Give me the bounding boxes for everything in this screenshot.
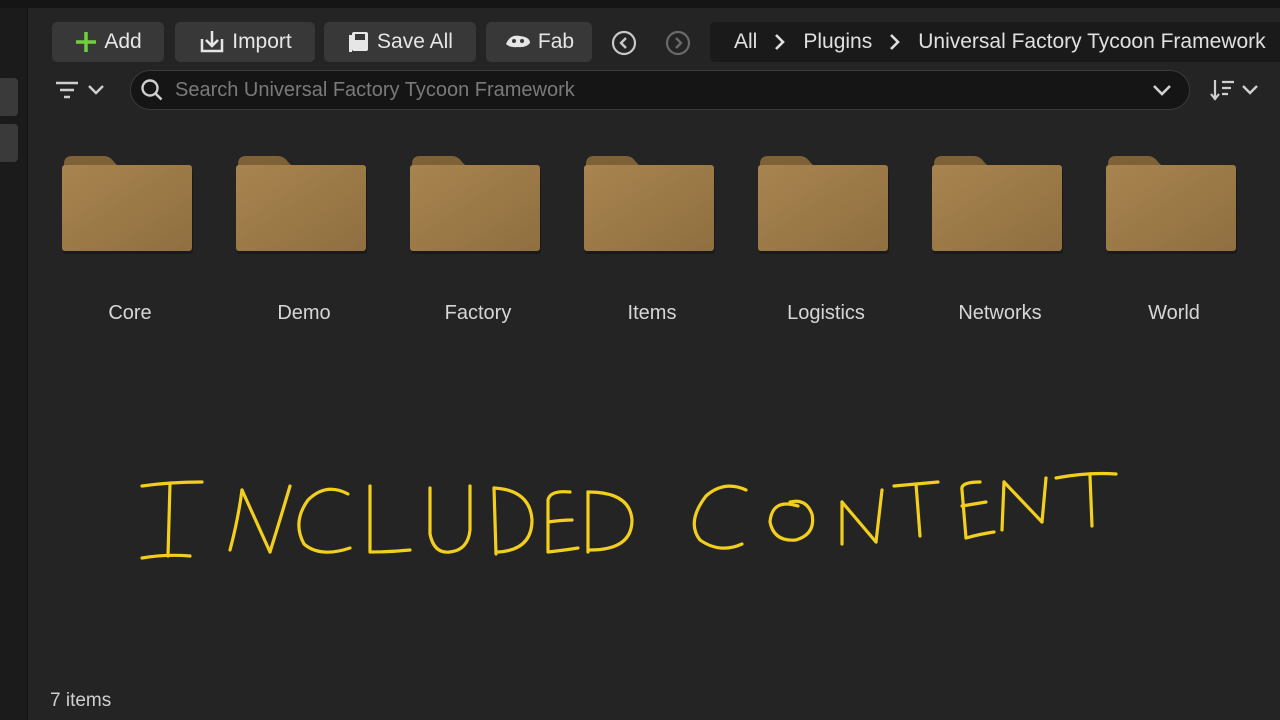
breadcrumb: All Plugins Universal Factory Tycoon Fra… [710, 22, 1280, 62]
filter-icon [56, 81, 78, 99]
folder-tile[interactable]: Items [578, 150, 726, 340]
save-all-label: Save All [377, 30, 453, 53]
handwritten-annotation-included-content [140, 471, 1118, 560]
add-label: Add [104, 30, 142, 53]
filter-button[interactable] [54, 74, 110, 106]
breadcrumb-current-folder[interactable]: Universal Factory Tycoon Framework [908, 30, 1275, 54]
folder-tile[interactable]: Demo [230, 150, 378, 340]
annotation-handwriting [130, 460, 1130, 574]
folder-label: Core [108, 302, 152, 324]
save-all-button[interactable]: Save All [324, 22, 476, 62]
forward-button[interactable] [665, 30, 691, 56]
fab-icon [504, 32, 532, 52]
breadcrumb-plugins[interactable]: Plugins [793, 30, 882, 54]
chevron-right-icon [767, 33, 793, 51]
folder-tile[interactable]: Networks [926, 150, 1074, 340]
search-input[interactable] [173, 72, 1133, 108]
sort-icon [1210, 80, 1234, 101]
folder-icon [1106, 156, 1237, 254]
folder-icon [410, 156, 541, 254]
filter-bar [28, 68, 1280, 112]
folder-label: Networks [958, 302, 1042, 324]
breadcrumb-all[interactable]: All [710, 30, 767, 54]
import-button[interactable]: Import [175, 22, 315, 62]
rail-tab[interactable] [0, 78, 18, 116]
toolbar: Add Import Save All Fab All Plugins Univ… [28, 8, 1280, 76]
save-icon [347, 30, 371, 54]
chevron-down-icon [88, 85, 104, 95]
import-label: Import [232, 30, 292, 53]
sort-button[interactable] [1208, 74, 1268, 106]
folder-icon [236, 156, 367, 254]
folder-icon [62, 156, 193, 254]
forward-icon [665, 30, 691, 56]
folder-icon [758, 156, 889, 254]
folder-label: World [1148, 302, 1200, 324]
item-count: 7 items [50, 690, 112, 711]
left-side-rail [0, 8, 28, 720]
chevron-right-icon [882, 33, 908, 51]
import-icon [198, 29, 226, 55]
folder-label: Items [627, 302, 677, 324]
back-button[interactable] [611, 30, 637, 56]
folder-icon [932, 156, 1063, 254]
folder-label: Logistics [787, 302, 865, 324]
fab-button[interactable]: Fab [486, 22, 592, 62]
folder-tile[interactable]: Logistics [752, 150, 900, 340]
fab-label: Fab [537, 30, 575, 53]
folder-icon [584, 156, 715, 254]
search-box [130, 70, 1190, 110]
back-icon [611, 30, 637, 56]
folder-tile[interactable]: Factory [404, 150, 552, 340]
folder-tile[interactable]: Core [56, 150, 204, 340]
search-icon [141, 79, 163, 101]
chevron-down-icon[interactable] [1151, 83, 1173, 97]
chevron-down-icon [1242, 85, 1258, 95]
asset-grid: Core Demo Factory Items Logistics Networks Wor… [56, 150, 1276, 350]
plus-icon [74, 30, 98, 54]
folder-tile[interactable]: World [1100, 150, 1248, 340]
folder-label: Factory [444, 302, 512, 324]
window-top-strip [0, 0, 1280, 8]
rail-tab[interactable] [0, 124, 18, 162]
add-button[interactable]: Add [52, 22, 164, 62]
folder-label: Demo [277, 302, 331, 324]
